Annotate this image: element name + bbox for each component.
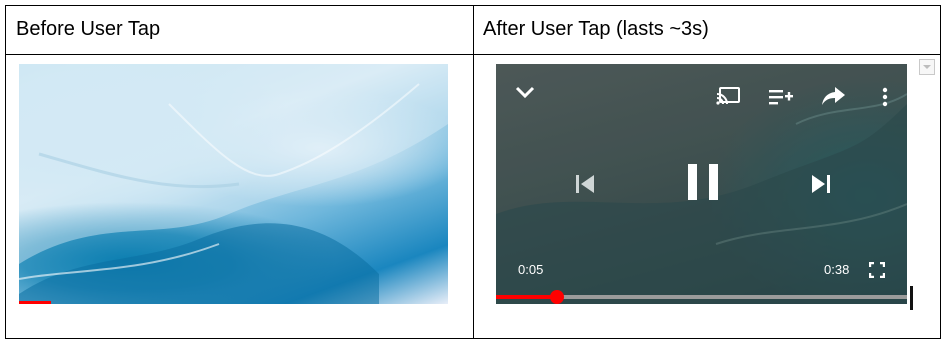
fullscreen-icon[interactable] [868,261,886,283]
duration: 0:38 [824,262,850,277]
previous-icon[interactable] [574,172,596,201]
video-frame [19,64,448,304]
next-icon[interactable] [810,172,832,201]
progress-bar-played [496,295,557,299]
pause-icon[interactable] [686,162,720,207]
video-player-after[interactable]: 0:05 0:38 [496,64,907,304]
share-icon[interactable] [821,85,847,112]
progress-bar-played [19,301,51,304]
header-divider [6,54,940,55]
header-after: After User Tap (lasts ~3s) [483,18,709,40]
chevron-down-icon[interactable] [514,84,536,105]
text-cursor [910,286,913,310]
video-player-before[interactable] [19,64,448,304]
cast-icon[interactable] [715,86,741,111]
dropdown-toggle[interactable] [919,59,935,75]
scrubber-handle[interactable] [550,290,564,304]
more-vert-icon[interactable] [882,87,888,112]
current-time: 0:05 [518,262,544,277]
header-before: Before User Tap [16,18,161,40]
add-to-queue-icon[interactable] [768,88,794,111]
column-divider [473,6,474,338]
chevron-down-icon [923,65,931,69]
